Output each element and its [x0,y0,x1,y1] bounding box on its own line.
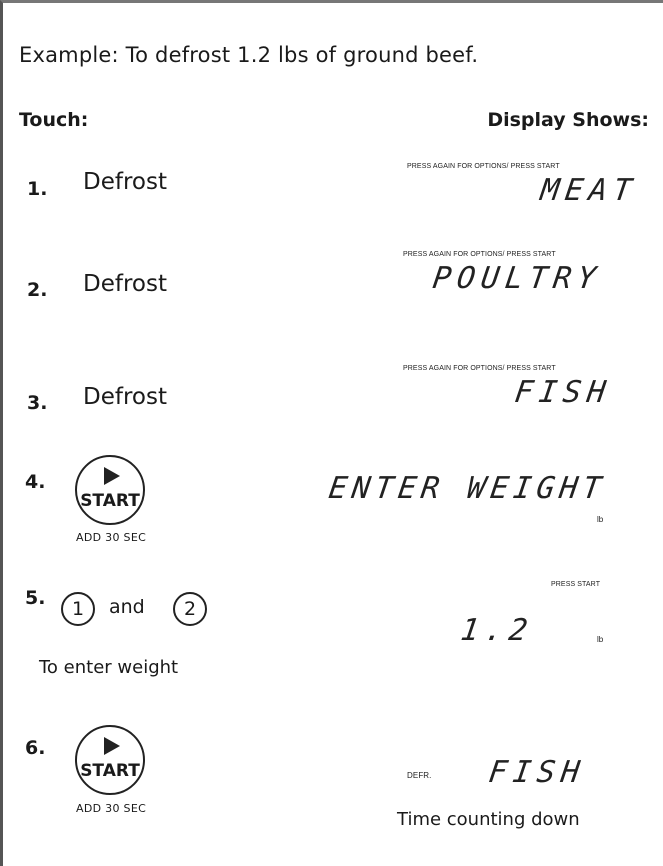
step-number: 5. [25,587,46,609]
display-prefix: DEFR. [407,771,432,780]
display-caption: PRESS START [551,581,601,588]
defrost-button-label: Defrost [83,271,167,297]
start-button-caption: ADD 30 SEC [76,802,147,815]
number-key-1[interactable]: 1 [61,592,95,626]
start-button-caption: ADD 30 SEC [76,531,147,544]
step-note: To enter weight [39,657,179,678]
lcd-display-text: POULTRY [430,261,604,296]
start-button[interactable]: START [75,725,145,795]
weight-unit: lb [597,515,604,524]
start-button[interactable]: START [75,455,145,525]
display-caption: PRESS AGAIN FOR OPTIONS/ PRESS START [403,365,556,372]
step-number: 1. [27,178,48,200]
start-button-label: START [80,491,140,511]
number-key-2[interactable]: 2 [173,592,207,626]
lcd-display-text: FISH [486,755,588,790]
display-caption: PRESS AGAIN FOR OPTIONS/ PRESS START [403,251,556,258]
defrost-button-label: Defrost [83,169,167,195]
display-caption: PRESS AGAIN FOR OPTIONS/ PRESS START [407,163,560,170]
step-note: Time counting down [397,809,580,830]
lcd-display-text: FISH [512,375,614,410]
step-number: 4. [25,471,46,493]
weight-unit: lb [597,635,604,644]
display-column-header: Display Shows: [487,109,649,131]
instruction-page: Example: To defrost 1.2 lbs of ground be… [0,0,663,866]
step-number: 6. [25,737,46,759]
step-number: 2. [27,279,48,301]
page-title: Example: To defrost 1.2 lbs of ground be… [19,43,479,67]
play-icon [104,737,120,755]
and-word: and [109,596,145,618]
step-number: 3. [27,392,48,414]
start-button-label: START [80,761,140,781]
touch-column-header: Touch: [19,109,89,131]
play-icon [104,467,120,485]
lcd-display-text: 1.2 [458,613,536,648]
lcd-display-text: ENTER WEIGHT [326,471,609,506]
lcd-display-text: MEAT [538,173,640,208]
defrost-button-label: Defrost [83,384,167,410]
